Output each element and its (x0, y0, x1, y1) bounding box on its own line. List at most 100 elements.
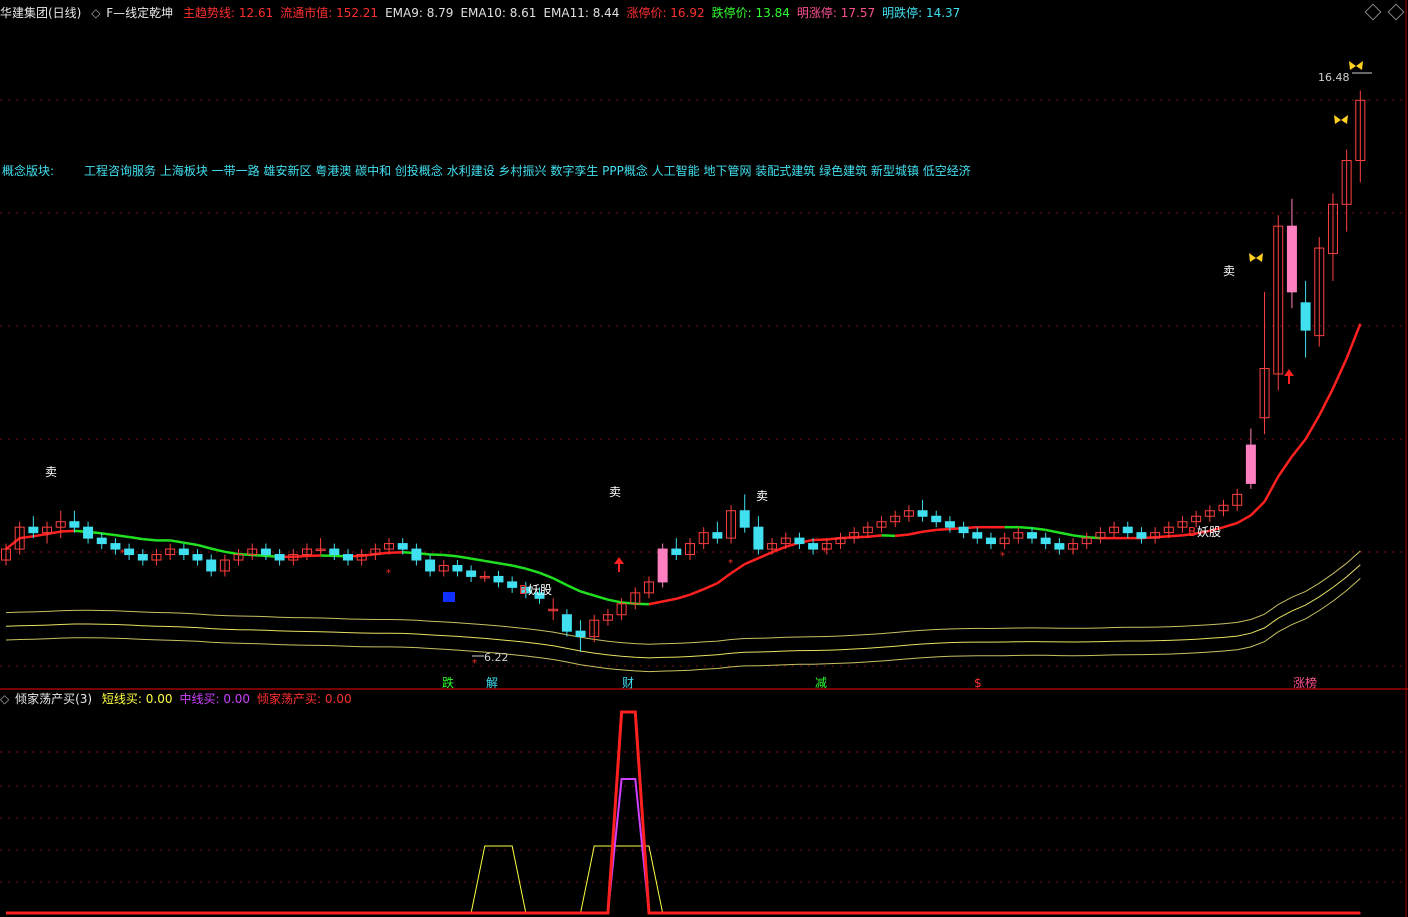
candle (1081, 532, 1092, 550)
candle (1232, 488, 1243, 511)
trend-segment (1168, 534, 1183, 538)
candle (219, 554, 230, 577)
butterfly-icon-0 (1349, 61, 1363, 70)
stock-title[interactable]: 华建集团(日线) (0, 6, 81, 20)
main-header: 华建集团(日线) ◇ F—线定乾坤 主趋势线: 12.61 流通市值: 152.2… (0, 5, 973, 21)
candle-body (985, 537, 996, 545)
candle (1327, 193, 1338, 281)
trend-segment (1277, 455, 1293, 478)
trend-segment (1263, 475, 1280, 503)
candle (124, 543, 135, 561)
candle (657, 543, 668, 588)
candle-body (425, 559, 436, 572)
candle-body (712, 532, 723, 539)
candle-body (1286, 225, 1297, 293)
candle-body (931, 515, 942, 523)
trend-segment (1236, 514, 1252, 525)
trend-segment (867, 534, 882, 539)
bottom-marker-4: $ (974, 676, 982, 690)
trend-segment (142, 537, 157, 542)
candle (999, 532, 1010, 550)
candle-body (944, 521, 955, 528)
header-value-1: 流通市值: 152.21 (280, 6, 379, 20)
candle (890, 510, 901, 528)
trend-segment (293, 554, 308, 559)
trend-segment (498, 561, 513, 567)
buy-b-label-0: B (519, 583, 527, 597)
demon-stock-label-0: 妖股 (528, 583, 552, 597)
candle (548, 598, 559, 621)
candle (561, 609, 572, 637)
candle (931, 510, 942, 528)
trend-segment (552, 577, 568, 587)
candle (671, 538, 682, 561)
candle (726, 505, 737, 544)
candle-body (507, 581, 518, 588)
trend-segment (1059, 531, 1074, 537)
candle-body (28, 526, 39, 534)
trend-segment (716, 572, 732, 585)
trend-segment (689, 588, 705, 596)
collapse-icon[interactable]: ◇ (91, 6, 100, 20)
candle-body (739, 510, 750, 528)
sub-value-0: 短线买: 0.00 (101, 692, 173, 706)
indicator-name[interactable]: F—线定乾坤 (106, 6, 173, 20)
trend-segment (115, 533, 130, 539)
candle (466, 565, 477, 582)
trend-segment (183, 541, 198, 547)
candle-body (96, 537, 107, 545)
candle (630, 587, 641, 610)
candle (1136, 527, 1147, 544)
candle-body (561, 614, 572, 632)
candle-body (178, 548, 189, 556)
trend-segment (197, 543, 212, 550)
candle-body (397, 543, 408, 550)
trend-segment (1031, 526, 1046, 532)
up-arrow-icon-0 (614, 557, 624, 564)
bottom-marker-5: 涨榜 (1293, 675, 1317, 690)
candle (794, 532, 805, 550)
candle (425, 554, 436, 577)
star-mark-1: * (386, 568, 391, 579)
trend-segment (1249, 500, 1266, 517)
band-line-0 (5, 564, 1361, 659)
bottom-marker-1: 解 (486, 676, 498, 690)
trend-segment (1223, 521, 1238, 529)
trend-segment (648, 600, 663, 606)
trend-segment (457, 555, 472, 560)
trend-segment (1045, 528, 1060, 534)
candle (1095, 527, 1106, 544)
candle (849, 527, 860, 544)
blue-square-marker (443, 592, 455, 602)
candle (1314, 237, 1325, 347)
sub-header-values: 短线买: 0.00 中线买: 0.00 倾家荡产买: 0.00 (102, 692, 359, 706)
candle (206, 554, 217, 577)
candle (411, 543, 422, 566)
candle-body (466, 570, 477, 577)
bottom-marker-0: 跌 (442, 675, 454, 690)
candle (301, 543, 312, 561)
candle-body (1300, 302, 1311, 331)
sub-indicator-title[interactable]: 倾家荡产买(3) (15, 692, 92, 706)
trend-segment (1155, 535, 1169, 539)
trend-segment (936, 527, 951, 532)
trend-segment (539, 571, 554, 580)
candle-body (69, 521, 80, 528)
candle (493, 570, 504, 588)
sell-signal-1: 卖 (609, 485, 621, 499)
butterfly-icon-1 (1334, 115, 1348, 124)
header-value-6: 跌停价: 13.84 (711, 6, 790, 20)
candle-body (671, 548, 682, 556)
star-mark-4: * (1000, 551, 1005, 562)
candle-body (192, 554, 203, 561)
collapse-icon[interactable]: ◇ (0, 692, 9, 706)
candle (1286, 198, 1297, 309)
candle-body (657, 548, 668, 583)
candle (739, 494, 750, 533)
candle (685, 538, 695, 561)
candle (985, 532, 996, 550)
candle (1122, 521, 1133, 539)
trend-segment (470, 557, 486, 563)
candle (1109, 521, 1120, 539)
candle (83, 521, 94, 544)
